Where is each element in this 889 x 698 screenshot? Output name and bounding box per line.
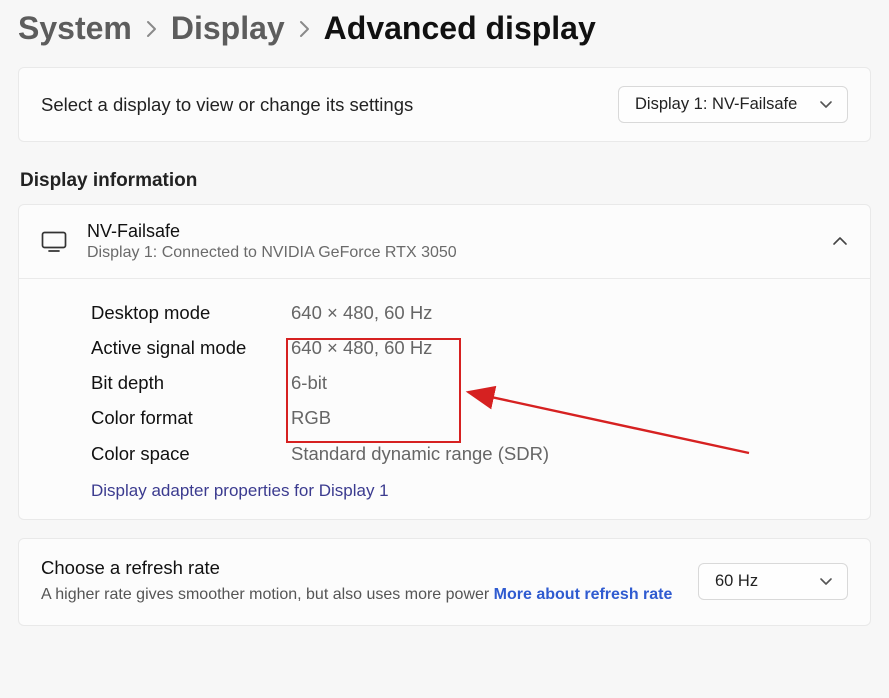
- breadcrumb-system[interactable]: System: [18, 10, 132, 47]
- chevron-down-icon: [819, 100, 833, 110]
- adapter-properties-link[interactable]: Display adapter properties for Display 1: [91, 481, 389, 501]
- row-desktop-mode: Desktop mode 640 × 480, 60 Hz: [91, 295, 848, 330]
- label-color-space: Color space: [91, 436, 291, 471]
- chevron-up-icon: [832, 236, 848, 247]
- select-display-label: Select a display to view or change its s…: [41, 94, 413, 116]
- row-active-signal: Active signal mode 640 × 480, 60 Hz: [91, 330, 848, 365]
- chevron-right-icon: [299, 20, 310, 38]
- learn-more-link[interactable]: More about refresh rate: [494, 586, 673, 603]
- label-color-format: Color format: [91, 400, 291, 435]
- display-info-body: Desktop mode 640 × 480, 60 Hz Active sig…: [19, 279, 870, 519]
- display-info-card: NV-Failsafe Display 1: Connected to NVID…: [18, 204, 871, 520]
- chevron-down-icon: [819, 577, 833, 587]
- label-active-signal: Active signal mode: [91, 330, 291, 365]
- display-name: NV-Failsafe: [87, 221, 812, 242]
- breadcrumb-current: Advanced display: [324, 10, 596, 47]
- section-title-display-info: Display information: [20, 170, 871, 192]
- refresh-subtitle-text: A higher rate gives smoother motion, but…: [41, 586, 494, 603]
- display-subtitle: Display 1: Connected to NVIDIA GeForce R…: [87, 244, 812, 262]
- chevron-right-icon: [146, 20, 157, 38]
- monitor-icon: [41, 231, 67, 253]
- row-color-space: Color space Standard dynamic range (SDR): [91, 436, 848, 471]
- value-active-signal: 640 × 480, 60 Hz: [291, 330, 432, 365]
- select-display-card: Select a display to view or change its s…: [18, 67, 871, 142]
- display-selector-dropdown[interactable]: Display 1: NV-Failsafe: [618, 86, 848, 123]
- display-info-header[interactable]: NV-Failsafe Display 1: Connected to NVID…: [19, 205, 870, 279]
- refresh-rate-card: Choose a refresh rate A higher rate give…: [18, 538, 871, 626]
- breadcrumb: System Display Advanced display: [18, 0, 871, 67]
- value-color-space: Standard dynamic range (SDR): [291, 436, 549, 471]
- breadcrumb-display[interactable]: Display: [171, 10, 285, 47]
- value-bit-depth: 6-bit: [291, 365, 327, 400]
- label-desktop-mode: Desktop mode: [91, 295, 291, 330]
- display-selector-value: Display 1: NV-Failsafe: [635, 95, 797, 114]
- label-bit-depth: Bit depth: [91, 365, 291, 400]
- refresh-title: Choose a refresh rate: [41, 557, 672, 579]
- refresh-rate-dropdown[interactable]: 60 Hz: [698, 563, 848, 600]
- row-color-format: Color format RGB: [91, 400, 848, 435]
- value-color-format: RGB: [291, 400, 331, 435]
- refresh-subtitle: A higher rate gives smoother motion, but…: [41, 583, 672, 607]
- row-bit-depth: Bit depth 6-bit: [91, 365, 848, 400]
- refresh-rate-value: 60 Hz: [715, 572, 758, 591]
- value-desktop-mode: 640 × 480, 60 Hz: [291, 295, 432, 330]
